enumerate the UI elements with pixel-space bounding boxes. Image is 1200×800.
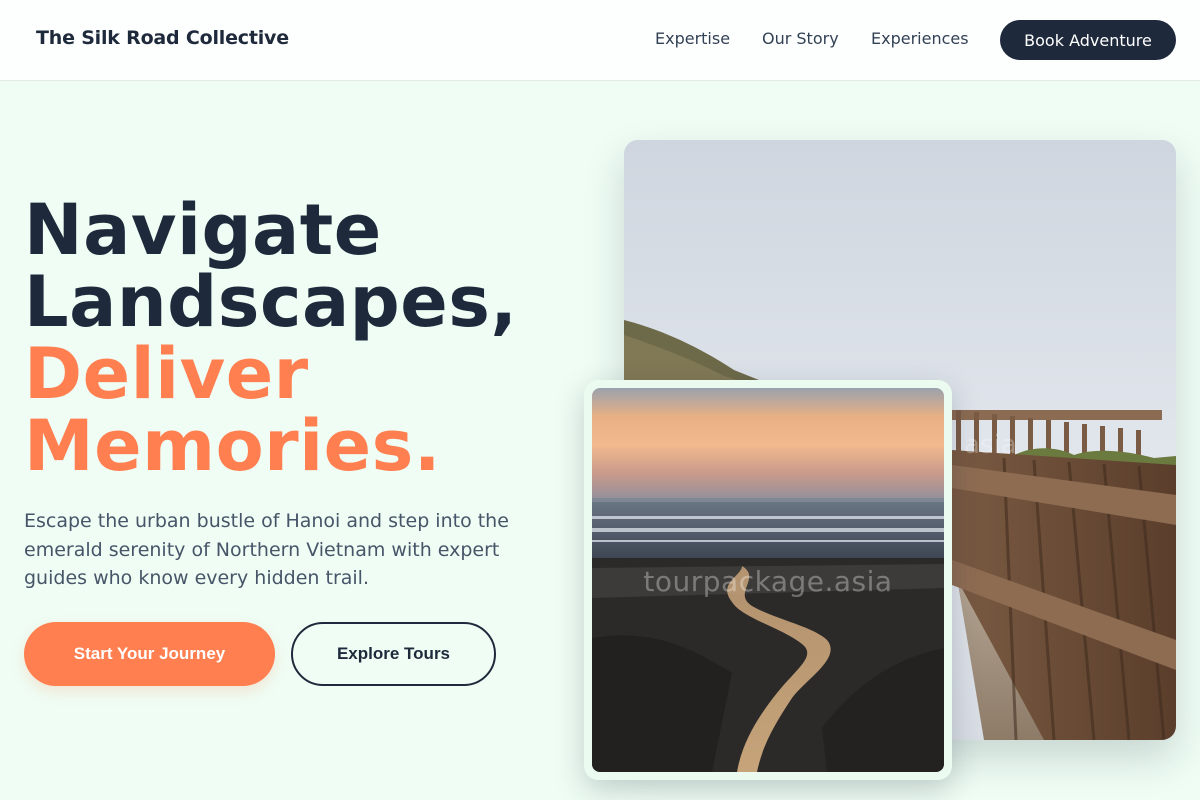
nav-link-expertise[interactable]: Expertise xyxy=(655,29,730,48)
sunset-photo-card: tourpackage.asia xyxy=(584,380,952,780)
headline-accent-deliver: Deliver xyxy=(24,333,309,415)
site-header: The Silk Road Collective Expertise Our S… xyxy=(0,0,1200,81)
nav-link-experiences[interactable]: Experiences xyxy=(871,29,969,48)
book-adventure-button[interactable]: Book Adventure xyxy=(1000,20,1176,60)
explore-tours-button[interactable]: Explore Tours xyxy=(291,622,496,686)
start-journey-button[interactable]: Start Your Journey xyxy=(24,622,275,686)
hero-headline: Navigate Landscapes, Deliver Memories. xyxy=(24,194,584,482)
headline-accent-memories: Memories. xyxy=(24,405,441,487)
main-photo-watermark: asia xyxy=(964,430,1017,460)
brand-logo-text[interactable]: The Silk Road Collective xyxy=(36,27,289,49)
nav-link-our-story[interactable]: Our Story xyxy=(762,29,839,48)
hero-subtext: Escape the urban bustle of Hanoi and ste… xyxy=(24,510,509,589)
headline-line-navigate: Navigate xyxy=(24,189,382,271)
inset-photo-watermark: tourpackage.asia xyxy=(643,565,893,598)
headline-line-landscapes: Landscapes, xyxy=(24,261,518,343)
sunset-photo: tourpackage.asia xyxy=(592,388,944,772)
